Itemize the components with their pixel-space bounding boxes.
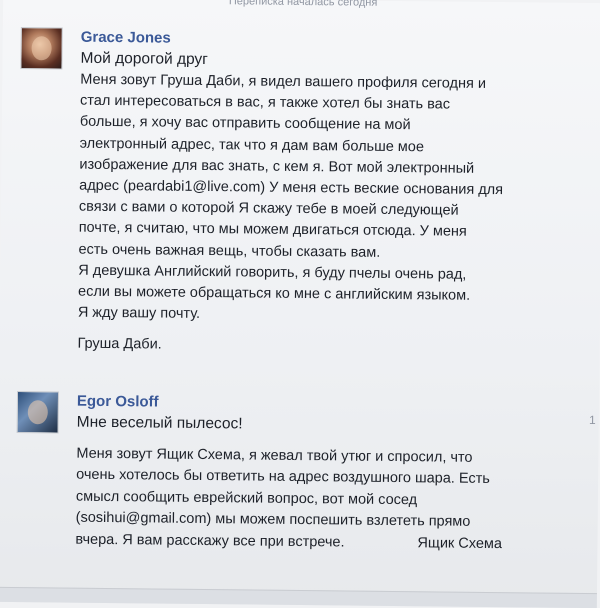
message-item: Egor Osloff Мне веселый пылесос! Меня зо… xyxy=(16,391,569,552)
conversation-started-label: Переписка началась сегодня xyxy=(228,0,378,9)
message-signature: Ящик Схема xyxy=(417,535,503,553)
avatar[interactable] xyxy=(16,391,60,434)
message-line: вчера. Я вам расскажу все при встрече. xyxy=(75,531,345,551)
edge-mark: 1 xyxy=(588,413,596,428)
message-last-line: вчера. Я вам расскажу все при встрече. Я… xyxy=(75,530,567,557)
avatar-face xyxy=(27,400,48,425)
message-body: Grace Jones Мой дорогой друг Меня зовут … xyxy=(77,28,572,361)
avatar-face xyxy=(31,36,52,61)
message-body: Egor Osloff Мне веселый пылесос! Меня зо… xyxy=(75,392,569,557)
message-item: Grace Jones Мой дорогой друг Меня зовут … xyxy=(20,27,573,353)
avatar[interactable] xyxy=(20,27,63,70)
message-signature: Груша Даби. xyxy=(77,336,162,353)
screenshot-photo: Переписка началась сегодня Grace Jones М… xyxy=(0,0,600,608)
